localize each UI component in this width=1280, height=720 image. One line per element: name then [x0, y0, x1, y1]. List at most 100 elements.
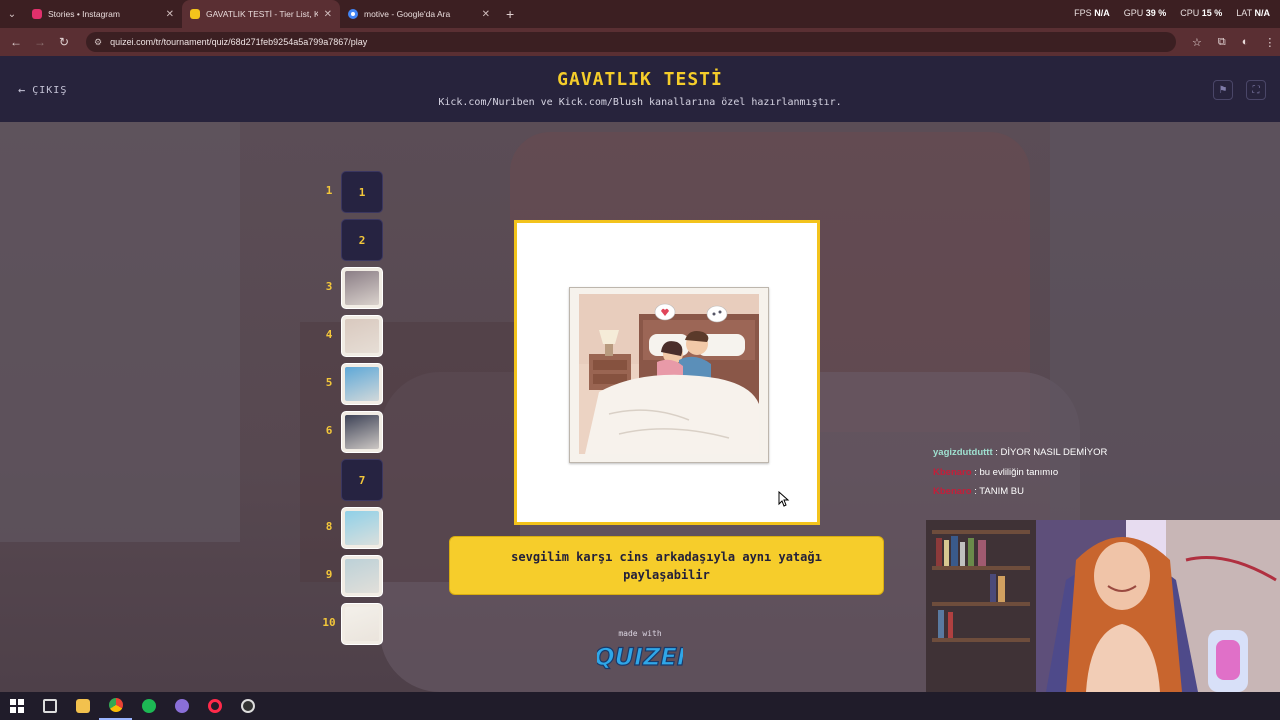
- tab-search-icon[interactable]: ⌄: [0, 0, 24, 28]
- chrome-icon[interactable]: [99, 692, 132, 720]
- discord-icon[interactable]: [165, 692, 198, 720]
- question-image-frame: [569, 287, 769, 463]
- rank-slot[interactable]: 4: [318, 315, 384, 357]
- rank-thumbnail[interactable]: [341, 555, 383, 597]
- opera-gx-icon[interactable]: [198, 692, 231, 720]
- chat-message: Kbenaro : TANIM BU: [933, 485, 1273, 505]
- couple-in-bed-illustration: [579, 294, 759, 454]
- rank-slot[interactable]: 10: [318, 603, 384, 645]
- tab-title: Stories • Instagram: [48, 9, 120, 19]
- brand-text: QUIZEI: [597, 643, 683, 671]
- rank-thumbnail[interactable]: [341, 411, 383, 453]
- chat-text: : TANIM BU: [974, 486, 1024, 497]
- screen: ⌄ Stories • Instagram ✕ GAVATLIK TESTİ -…: [0, 0, 1280, 720]
- fps-label: FPS: [1074, 8, 1092, 18]
- gpu-value: 39 %: [1145, 8, 1167, 18]
- browser-tab-bar: ⌄ Stories • Instagram ✕ GAVATLIK TESTİ -…: [0, 0, 1280, 28]
- obs-icon[interactable]: [231, 692, 264, 720]
- extensions-icon[interactable]: ⧉: [1218, 36, 1226, 49]
- rank-slot[interactable]: 2: [318, 219, 384, 261]
- chat-username: Kbenaro: [933, 466, 972, 478]
- rank-image: [345, 271, 379, 305]
- back-icon[interactable]: ←: [4, 35, 28, 49]
- quizei-logo[interactable]: QUIZEI: [597, 640, 683, 672]
- rank-thumbnail[interactable]: [341, 507, 383, 549]
- rank-number: 4: [325, 328, 333, 341]
- profile-icon[interactable]: ◐: [1242, 36, 1249, 49]
- bookmark-star-icon[interactable]: ☆: [1192, 36, 1202, 49]
- rank-slot[interactable]: 11: [318, 171, 384, 213]
- chat-username: yagizdutduttt: [933, 447, 993, 458]
- close-tab-icon[interactable]: ✕: [166, 9, 174, 20]
- rank-thumbnail[interactable]: [341, 267, 383, 309]
- rank-empty-box[interactable]: 1: [341, 171, 383, 213]
- site-info-icon[interactable]: ⚙: [94, 37, 102, 48]
- tab-title: motive - Google'da Ara: [364, 9, 451, 19]
- rank-slot[interactable]: 5: [318, 363, 384, 405]
- menu-icon[interactable]: ⋮: [1264, 36, 1275, 49]
- google-icon: [348, 9, 358, 19]
- tab-quiz[interactable]: GAVATLIK TESTİ - Tier List, Kör ✕: [182, 0, 340, 28]
- rank-slot[interactable]: 7: [318, 459, 384, 501]
- rank-image: [345, 367, 379, 401]
- rank-number: 1: [325, 184, 333, 197]
- rank-slot[interactable]: 6: [318, 411, 384, 453]
- cpu-value: 15 %: [1201, 8, 1223, 18]
- webcam-overlay: [926, 520, 1280, 692]
- mouse-cursor-icon: [778, 491, 790, 507]
- rank-thumbnail[interactable]: [341, 315, 383, 357]
- rank-box-label: 7: [358, 473, 366, 487]
- gpu-label: GPU: [1123, 8, 1144, 18]
- spotify-icon[interactable]: [132, 692, 165, 720]
- close-tab-icon[interactable]: ✕: [324, 9, 332, 20]
- rank-slot[interactable]: 8: [318, 507, 384, 549]
- quizei-icon: [190, 9, 200, 19]
- rank-image: [345, 559, 379, 593]
- rank-image: [345, 415, 379, 449]
- rank-thumbnail[interactable]: [341, 363, 383, 405]
- browser-toolbar: ← → ↻ ⚙ quizei.com/tr/tournament/quiz/68…: [0, 28, 1280, 56]
- performance-overlay: FPS N/A GPU 39 % CPU 15 % LAT N/A: [1074, 8, 1270, 18]
- rank-slot[interactable]: 9: [318, 555, 384, 597]
- tab-title: GAVATLIK TESTİ - Tier List, Kör: [206, 9, 318, 19]
- rank-image: [345, 319, 379, 353]
- rank-thumbnail[interactable]: [341, 603, 383, 645]
- close-tab-icon[interactable]: ✕: [482, 9, 490, 20]
- stream-chat: yagizdutduttt : DİYOR NASIL DEMİYOR Kben…: [933, 446, 1273, 505]
- rank-slot[interactable]: 3: [318, 267, 384, 309]
- chat-message: Kbenaro : bu evliliğin tanımıo: [933, 466, 1273, 486]
- made-with-label: made with: [618, 629, 662, 638]
- flag-icon[interactable]: ⚑: [1213, 80, 1233, 100]
- question-caption: sevgilim karşı cins arkadaşıyla aynı yat…: [449, 536, 884, 595]
- rank-empty-box[interactable]: 2: [341, 219, 383, 261]
- rank-image: [345, 511, 379, 545]
- url-text: quizei.com/tr/tournament/quiz/68d271feb9…: [110, 37, 368, 47]
- tab-instagram[interactable]: Stories • Instagram ✕: [24, 0, 182, 28]
- chat-text: : bu evliliğin tanımıo: [974, 466, 1059, 478]
- question-card: [514, 220, 820, 525]
- fullscreen-icon[interactable]: ⛶: [1246, 80, 1266, 100]
- tab-google[interactable]: motive - Google'da Ara ✕: [340, 0, 498, 28]
- task-view-icon[interactable]: [33, 692, 66, 720]
- address-bar[interactable]: ⚙ quizei.com/tr/tournament/quiz/68d271fe…: [86, 32, 1176, 52]
- new-tab-button[interactable]: +: [506, 6, 514, 22]
- forward-icon[interactable]: →: [28, 35, 52, 49]
- page-subtitle: Kick.com/Nuriben ve Kick.com/Blush kanal…: [438, 97, 842, 108]
- rank-number: 6: [325, 424, 333, 437]
- page-title: GAVATLIK TESTİ: [557, 69, 723, 90]
- windows-taskbar: [0, 692, 1280, 720]
- background-window: [0, 122, 240, 542]
- file-explorer-icon[interactable]: [66, 692, 99, 720]
- rank-empty-box[interactable]: 7: [341, 459, 383, 501]
- rank-box-label: 2: [358, 233, 366, 247]
- quiz-header: ← ÇIKIŞ GAVATLIK TESTİ Kick.com/Nuriben …: [0, 56, 1280, 122]
- chat-text: : DİYOR NASIL DEMİYOR: [995, 447, 1108, 458]
- windows-start-icon[interactable]: [0, 692, 33, 720]
- rank-number: 5: [325, 376, 333, 389]
- lat-value: N/A: [1254, 8, 1271, 18]
- rank-image: [345, 607, 379, 641]
- fps-value: N/A: [1094, 8, 1110, 18]
- rank-number: 8: [325, 520, 333, 533]
- rank-number: 10: [322, 616, 336, 629]
- reload-icon[interactable]: ↻: [52, 35, 76, 49]
